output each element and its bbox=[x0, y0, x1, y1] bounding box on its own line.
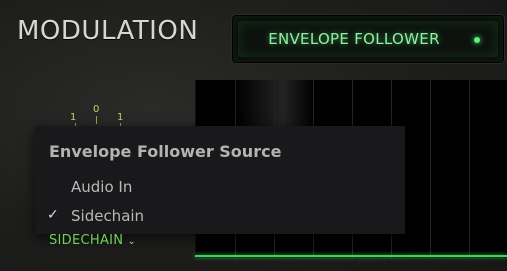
checkmark-icon: ✓ bbox=[47, 207, 59, 223]
menu-item-sidechain[interactable]: ✓ Sidechain bbox=[35, 204, 405, 230]
chevron-down-icon: ⌄ bbox=[127, 236, 137, 247]
display-highlight bbox=[236, 80, 314, 128]
mode-button-face: ENVELOPE FOLLOWER bbox=[238, 21, 498, 57]
knob-tick bbox=[96, 116, 97, 124]
menu-item-audio-in[interactable]: Audio In bbox=[35, 175, 405, 201]
source-selector-value: SIDECHAIN bbox=[49, 233, 124, 248]
menu-header: Envelope Follower Source bbox=[49, 142, 282, 161]
led-indicator-icon bbox=[474, 37, 480, 43]
envelope-baseline bbox=[195, 255, 507, 257]
grid-line bbox=[430, 80, 431, 258]
mode-button-label: ENVELOPE FOLLOWER bbox=[268, 30, 440, 48]
knob-scale-center: 0 bbox=[93, 104, 100, 115]
grid-line bbox=[469, 80, 470, 258]
menu-item-label: Audio In bbox=[71, 178, 133, 196]
menu-item-label: Sidechain bbox=[71, 207, 145, 225]
envelope-source-menu: Envelope Follower Source Audio In ✓ Side… bbox=[35, 126, 405, 234]
knob-scale-left: 1 bbox=[70, 112, 77, 123]
envelope-follower-button[interactable]: ENVELOPE FOLLOWER bbox=[232, 15, 504, 63]
panel-title: MODULATION bbox=[17, 16, 199, 46]
knob-scale: 1 0 1 bbox=[66, 104, 130, 127]
source-selector[interactable]: SIDECHAIN ⌄ bbox=[49, 233, 136, 251]
knob-scale-right: 1 bbox=[117, 112, 124, 123]
